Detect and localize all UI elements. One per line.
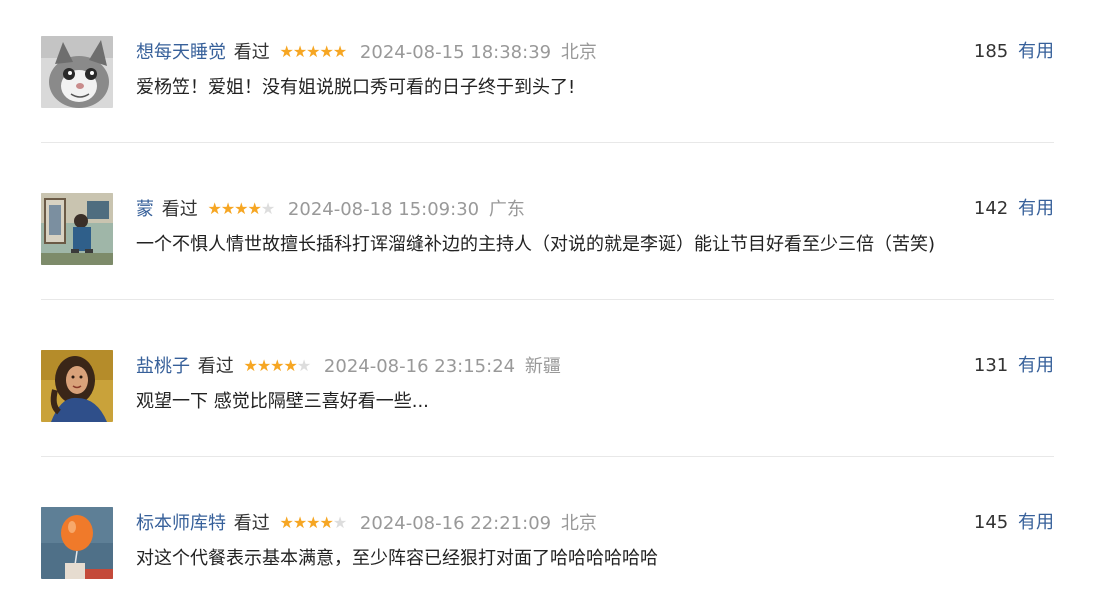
star-rating: ★★★★★: [207, 193, 275, 225]
user-avatar[interactable]: [41, 36, 113, 108]
vote-area: 142 有用: [974, 193, 1054, 225]
star-icon: ★: [332, 42, 347, 61]
comment-text: 观望一下 感觉比隔壁三喜好看一些...: [136, 391, 429, 412]
star-icon: ★: [247, 199, 262, 218]
divider: [41, 299, 1054, 300]
comment-location: 新疆: [524, 356, 561, 377]
star-icon: ★: [279, 513, 293, 532]
useful-button[interactable]: 有用: [1018, 512, 1054, 533]
watch-status: 看过: [161, 199, 198, 220]
comment-item: 蒙 看过 ★★★★★ 2024-08-18 15:09:30 广东 142 有用…: [41, 193, 1054, 265]
star-icon: ★: [306, 513, 320, 532]
comment-meta: 蒙 看过 ★★★★★ 2024-08-18 15:09:30 广东 142 有用: [136, 193, 1054, 225]
star-icon: ★: [319, 513, 334, 532]
star-icon: ★: [256, 356, 271, 375]
comment-text: 爱杨笠！爱姐！没有姐说脱口秀可看的日子终于到头了!: [136, 77, 576, 98]
star-rating: ★★★★★: [279, 36, 347, 68]
star-empty-icon: ★: [332, 513, 347, 532]
vote-area: 185 有用: [974, 36, 1054, 68]
vote-count: 145: [973, 512, 1009, 533]
star-icon: ★: [306, 42, 320, 61]
portrait-avatar-icon: [41, 350, 113, 422]
star-rating: ★★★★★: [279, 507, 347, 539]
star-icon: ★: [292, 42, 307, 61]
star-empty-icon: ★: [296, 356, 311, 375]
comment-meta: 标本师库特 看过 ★★★★★ 2024-08-16 22:21:09 北京 14…: [136, 507, 1054, 539]
user-avatar[interactable]: [41, 193, 113, 265]
watch-status: 看过: [233, 513, 270, 534]
useful-button[interactable]: 有用: [1018, 41, 1054, 62]
divider: [41, 456, 1054, 457]
comment-text: 对这个代餐表示基本满意，至少阵容已经狠打对面了哈哈哈哈哈哈: [136, 548, 658, 569]
comment-time: 2024-08-16 22:21:09: [359, 513, 552, 534]
vote-count: 131: [973, 355, 1009, 376]
comment-item: 盐桃子 看过 ★★★★★ 2024-08-16 23:15:24 新疆 131 …: [41, 350, 1054, 422]
username-link[interactable]: 标本师库特: [136, 513, 226, 534]
comment-item: 想每天睡觉 看过 ★★★★★ 2024-08-15 18:38:39 北京 18…: [41, 36, 1054, 108]
username-link[interactable]: 蒙: [136, 199, 154, 220]
vote-count: 185: [973, 41, 1009, 62]
user-avatar[interactable]: [41, 507, 113, 579]
useful-button[interactable]: 有用: [1018, 198, 1054, 219]
star-icon: ★: [220, 199, 235, 218]
comment-time: 2024-08-16 23:15:24: [323, 356, 516, 377]
cat-avatar-icon: [41, 36, 113, 108]
comment-text: 一个不惧人情世故擅长插科打诨溜缝补边的主持人（对说的就是李诞）能让节目好看至少三…: [136, 234, 936, 255]
star-icon: ★: [292, 513, 307, 532]
watch-status: 看过: [197, 356, 234, 377]
star-icon: ★: [283, 356, 298, 375]
comment-meta: 盐桃子 看过 ★★★★★ 2024-08-16 23:15:24 新疆 131 …: [136, 350, 1054, 382]
vote-count: 142: [973, 198, 1009, 219]
star-icon: ★: [243, 356, 257, 375]
star-icon: ★: [207, 199, 221, 218]
painting-avatar-icon: [41, 193, 113, 265]
comment-time: 2024-08-18 15:09:30: [287, 199, 480, 220]
comment-list: 想每天睡觉 看过 ★★★★★ 2024-08-15 18:38:39 北京 18…: [0, 0, 1095, 594]
star-icon: ★: [319, 42, 334, 61]
comment-item: 标本师库特 看过 ★★★★★ 2024-08-16 22:21:09 北京 14…: [41, 507, 1054, 579]
star-rating: ★★★★★: [243, 350, 311, 382]
comment-location: 北京: [560, 513, 597, 534]
user-avatar[interactable]: [41, 350, 113, 422]
comment-time: 2024-08-15 18:38:39: [359, 42, 552, 63]
watch-status: 看过: [233, 42, 270, 63]
star-icon: ★: [279, 42, 293, 61]
divider: [41, 142, 1054, 143]
username-link[interactable]: 想每天睡觉: [136, 42, 226, 63]
star-empty-icon: ★: [260, 199, 275, 218]
star-icon: ★: [234, 199, 248, 218]
comment-meta: 想每天睡觉 看过 ★★★★★ 2024-08-15 18:38:39 北京 18…: [136, 36, 1054, 68]
vote-area: 145 有用: [974, 507, 1054, 539]
balloon-avatar-icon: [41, 507, 113, 579]
star-icon: ★: [270, 356, 284, 375]
username-link[interactable]: 盐桃子: [136, 356, 190, 377]
comment-location: 北京: [560, 42, 597, 63]
comment-location: 广东: [488, 199, 525, 220]
vote-area: 131 有用: [974, 350, 1054, 382]
useful-button[interactable]: 有用: [1018, 355, 1054, 376]
